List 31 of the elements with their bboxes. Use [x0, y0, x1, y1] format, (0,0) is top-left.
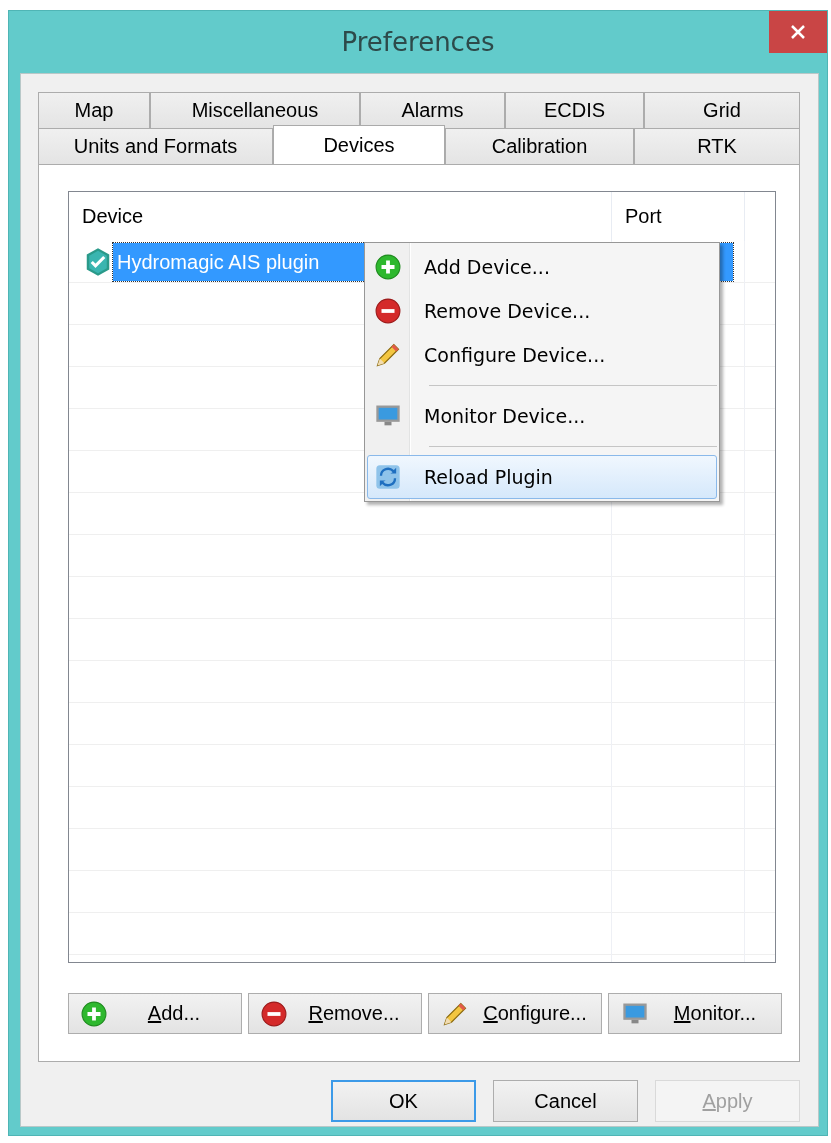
tab[interactable]: Miscellaneous — [150, 92, 360, 128]
tab[interactable]: Calibration — [445, 128, 634, 164]
tab[interactable]: Alarms — [360, 92, 505, 128]
close-button[interactable] — [769, 11, 827, 53]
pencil-icon — [374, 341, 402, 369]
column-header[interactable]: Device — [69, 192, 612, 241]
tab[interactable]: Grid — [644, 92, 800, 128]
tab[interactable]: Units and Formats — [38, 128, 273, 164]
menu-item[interactable]: Remove Device... — [367, 289, 717, 333]
menu-item[interactable]: Add Device... — [367, 245, 717, 289]
tab[interactable]: RTK — [634, 128, 800, 164]
plus-icon — [81, 1000, 107, 1027]
add-button[interactable]: Add... — [68, 993, 242, 1034]
minus-icon — [261, 1000, 287, 1027]
monitor-button[interactable]: Monitor... — [608, 993, 782, 1034]
tab[interactable]: ECDIS — [505, 92, 644, 128]
refresh-icon — [374, 463, 402, 491]
tab[interactable]: Map — [38, 92, 150, 128]
tab[interactable]: Devices — [273, 125, 445, 164]
cancel-button[interactable]: Cancel — [493, 1080, 638, 1122]
configure-button[interactable]: Configure... — [428, 993, 602, 1034]
column-header[interactable]: Port — [612, 192, 745, 241]
ok-button[interactable]: OK — [331, 1080, 476, 1122]
menu-item[interactable]: Monitor Device... — [367, 394, 717, 438]
plus-icon — [375, 254, 401, 280]
close-icon — [790, 24, 806, 40]
menu-item[interactable]: Reload Plugin — [367, 455, 717, 499]
minus-icon — [375, 298, 401, 324]
remove-button[interactable]: Remove... — [248, 993, 422, 1034]
menu-item[interactable]: Configure Device... — [367, 333, 717, 377]
window-title: Preferences — [341, 27, 495, 57]
